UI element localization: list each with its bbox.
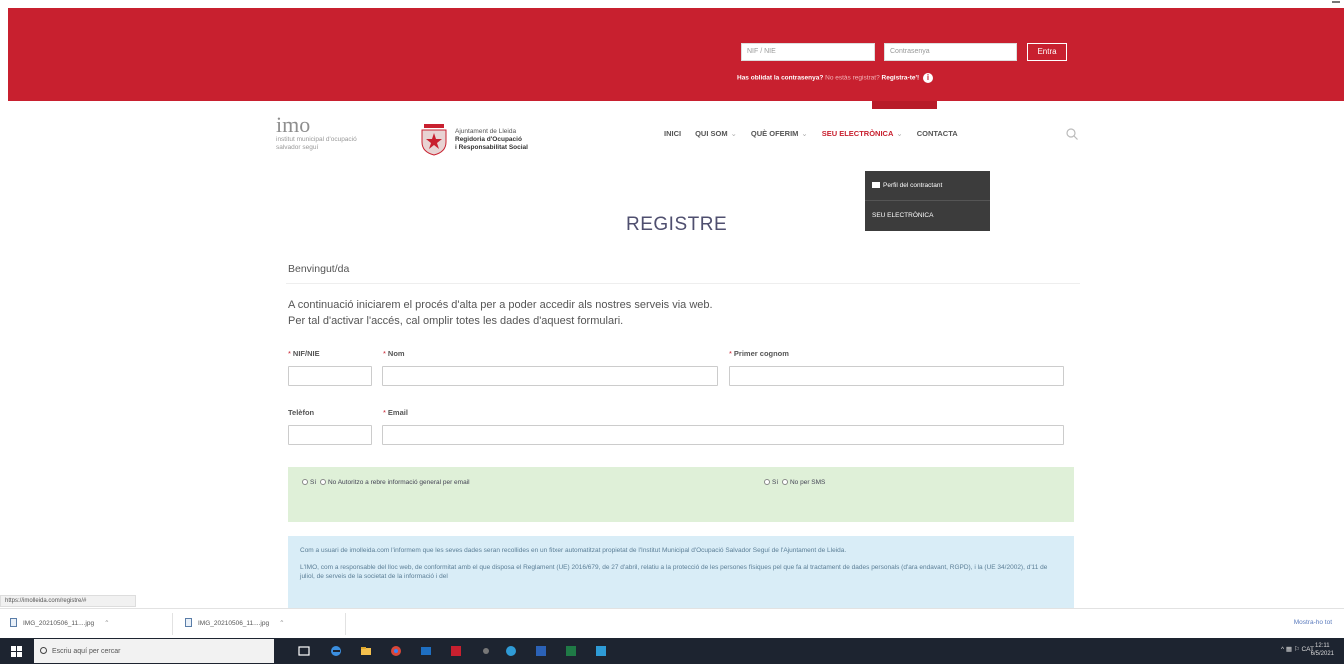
welcome-heading: Benvingut/da <box>288 263 350 275</box>
system-tray[interactable]: ^ ▦ ⚐ CAT <box>1281 645 1314 653</box>
ajuntament-line-3: i Responsabilitat Social <box>455 144 528 151</box>
nom-label: * Nom <box>383 349 405 358</box>
chevron-down-icon[interactable]: ⌃ <box>279 620 284 627</box>
ajuntament-line-2: Regidoria d'Ocupació <box>455 136 522 143</box>
email-yes-label: Sí <box>310 479 317 486</box>
taskbar-clock[interactable]: 12:11 6/5/2021 <box>1311 642 1334 658</box>
intro-line-1: A continuació iniciarem el procés d'alta… <box>288 299 713 311</box>
imo-subtitle-1: institut municipal d'ocupació <box>276 136 357 143</box>
acrobat-icon[interactable] <box>450 645 462 657</box>
show-all-downloads-link[interactable]: Mostra-ho tot <box>1294 619 1332 626</box>
status-bar-url: https://imolleida.com/registre/# <box>0 595 136 607</box>
email-consent-option: Sí No Autoritzo a rebre informació gener… <box>300 479 470 486</box>
login-button[interactable]: Entra <box>1027 43 1067 61</box>
login-links: Has oblidat la contrasenya? No estàs reg… <box>737 73 933 83</box>
nif-login-input[interactable]: NIF / NIE <box>741 43 875 61</box>
word-icon[interactable] <box>535 645 547 657</box>
cognom-input[interactable] <box>729 366 1064 386</box>
windows-start-icon[interactable] <box>11 646 22 657</box>
media-player-icon[interactable] <box>480 645 492 657</box>
page-title: REGISTRE <box>626 214 728 235</box>
task-view-icon[interactable] <box>298 645 310 657</box>
cognom-label: * Primer cognom <box>729 349 789 358</box>
nav-item-seu-electronica[interactable]: SEU ELECTRÒNICA ⌄ <box>822 129 903 138</box>
clock-date: 6/5/2021 <box>1310 651 1334 657</box>
sms-no-radio[interactable] <box>781 479 788 485</box>
windows-taskbar: Escriu aquí per cercar ^ ▦ ⚐ CAT 12:11 6… <box>0 638 1344 664</box>
info-icon[interactable]: i <box>923 73 933 83</box>
nif-label: * NIF/NIE <box>288 349 320 358</box>
consent-panel: Sí No Autoritzo a rebre informació gener… <box>288 467 1074 522</box>
file-explorer-icon[interactable] <box>360 645 372 657</box>
nav-item-qui-som[interactable]: QUI SOM ⌄ <box>695 129 737 138</box>
clock-time: 12:11 <box>1315 643 1330 649</box>
taskbar-search-input[interactable]: Escriu aquí per cercar <box>34 639 274 663</box>
main-nav: INICI QUI SOM ⌄ QUÈ OFERIM ⌄ SEU ELECTRÒNI… <box>664 129 958 138</box>
not-registered-text: No estàs registrat? <box>823 74 882 82</box>
nav-item-contacta[interactable]: CONTACTA <box>917 129 958 138</box>
imo-subtitle-2: salvador seguí <box>276 144 319 151</box>
teams-icon[interactable] <box>505 645 517 657</box>
email-yes-radio[interactable] <box>302 479 308 485</box>
password-login-input[interactable]: Contrasenya <box>884 43 1017 61</box>
nav-item-inici[interactable]: INICI <box>664 129 681 138</box>
email-input[interactable] <box>382 425 1064 445</box>
edge-browser-icon[interactable] <box>330 645 342 657</box>
sms-yes-radio[interactable] <box>764 479 770 485</box>
outlook-icon[interactable] <box>420 645 432 657</box>
header-accent <box>872 101 937 109</box>
dropdown-item-seu-electronica[interactable]: SEU ELECTRÒNICA <box>865 201 990 231</box>
intro-text: A continuació iniciarem el procés d'alta… <box>288 297 713 329</box>
site-header: NIF / NIE Contrasenya Entra Has oblidat … <box>8 8 1344 109</box>
ajuntament-line-1: Ajuntament de Lleida <box>455 128 517 135</box>
download-item[interactable]: IMG_20210506_11....jpg ⌃ <box>185 616 285 632</box>
lleida-coat-of-arms-icon <box>421 124 447 156</box>
intro-line-2: Per tal d'activar l'accés, cal omplir to… <box>288 315 624 327</box>
nom-input[interactable] <box>382 366 718 386</box>
chevron-down-icon[interactable]: ⌃ <box>104 620 109 627</box>
privacy-paragraph-2: L'IMO, com a responsable del lloc web, d… <box>300 564 1048 580</box>
telefon-label: Telèfon <box>288 408 315 417</box>
image-file-icon <box>185 618 192 627</box>
sms-no-label: No per SMS <box>789 479 826 486</box>
download-item[interactable]: IMG_20210506_11....jpg ⌃ <box>10 616 110 632</box>
search-icon[interactable] <box>1065 127 1079 141</box>
privacy-paragraph-1: Com a usuari de imolleida.com l'informem… <box>300 547 847 554</box>
app-icon[interactable] <box>595 645 607 657</box>
image-file-icon <box>10 618 17 627</box>
nif-input[interactable] <box>288 366 372 386</box>
imo-wordmark: imo <box>276 112 311 137</box>
minimize-icon[interactable] <box>1332 1 1340 3</box>
excel-icon[interactable] <box>565 645 577 657</box>
divider <box>286 283 1080 284</box>
forgot-password-link[interactable]: Has oblidat la contrasenya? <box>737 75 823 82</box>
sms-yes-label: Sí <box>772 479 779 486</box>
chevron-down-icon: ⌄ <box>801 129 808 138</box>
chrome-icon[interactable] <box>390 645 402 657</box>
id-card-icon <box>872 182 880 188</box>
nav-item-que-oferim[interactable]: QUÈ OFERIM ⌄ <box>751 129 808 138</box>
ajuntament-logo-text: Ajuntament de Lleida Regidoria d'Ocupaci… <box>455 128 528 152</box>
search-icon <box>40 647 47 654</box>
downloads-bar: IMG_20210506_11....jpg ⌃ IMG_20210506_11.… <box>0 608 1344 638</box>
chevron-down-icon: ⌄ <box>730 129 737 138</box>
top-strip <box>0 0 1344 8</box>
seu-electronica-dropdown: Perfil del contractant SEU ELECTRÒNICA <box>865 171 990 231</box>
download-separator <box>172 613 173 635</box>
email-label: * Email <box>383 408 408 417</box>
privacy-notice: Com a usuari de imolleida.com l'informem… <box>288 536 1074 608</box>
email-no-label: No Autoritzo a rebre informació general … <box>327 479 470 486</box>
download-separator <box>345 613 346 635</box>
register-link[interactable]: Registra-te'! <box>882 75 920 82</box>
telefon-input[interactable] <box>288 425 372 445</box>
sms-consent-option: Sí No per SMS <box>762 479 825 486</box>
dropdown-item-perfil-contractant[interactable]: Perfil del contractant <box>865 171 990 201</box>
page: NIF / NIE Contrasenya Entra Has oblidat … <box>0 0 1344 664</box>
email-no-radio[interactable] <box>319 479 326 485</box>
imo-logo[interactable]: imo institut municipal d'ocupació salvad… <box>276 112 416 152</box>
chevron-down-icon: ⌄ <box>896 129 903 138</box>
